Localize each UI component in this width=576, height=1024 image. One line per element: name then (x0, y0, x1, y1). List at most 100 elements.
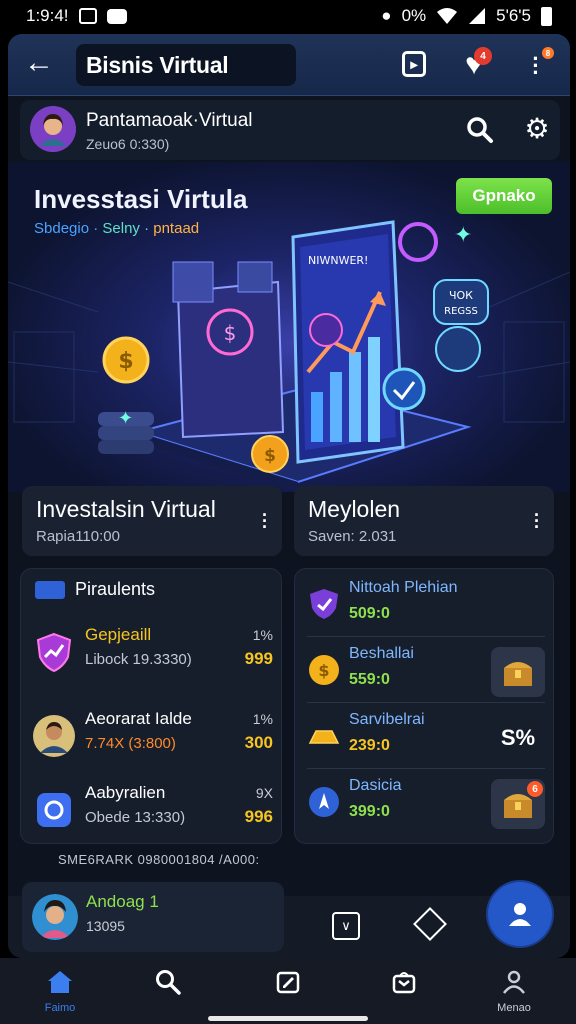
status-bar: 1:9:4! ● 0% 5'6'5 (0, 0, 576, 32)
percent-label: S% (500, 725, 536, 750)
row-value: 239:0 (349, 737, 390, 754)
hero-title: Invesstasi Virtula (34, 184, 248, 214)
page-title: Bisnis Virtual (76, 44, 296, 86)
svg-text:✦: ✦ (454, 223, 472, 248)
app-bar: ← Bisnis Virtual ▸ ♥ 4 · · · 8 (8, 34, 570, 96)
svg-text:$: $ (224, 321, 237, 345)
message-icon (106, 8, 127, 24)
nav-home[interactable]: Faimo (20, 968, 100, 1015)
nav-edit-label (248, 1002, 328, 1015)
list-item[interactable]: Dasicia 399:0 6 (307, 773, 545, 835)
shield-icon (310, 589, 338, 619)
rewards-panel: Nittoah Plehian 509:0 $ Beshallai 559:0 … (294, 568, 554, 844)
battery-text: 5'6'5 (496, 6, 531, 25)
treasure-chest-icon[interactable]: 6 (491, 779, 545, 829)
chest-badge: 6 (527, 781, 543, 797)
kebab-menu-icon[interactable]: · · · (534, 506, 540, 536)
nav-shop-label (364, 1002, 444, 1015)
nav-edit[interactable] (248, 968, 328, 1015)
svg-text:✦: ✦ (118, 408, 133, 429)
profile-name: Pantamaoak·Virtual (86, 110, 253, 131)
svg-text:$: $ (318, 661, 329, 680)
gold-bar-icon (308, 730, 340, 744)
nav-profile-label: Menao (497, 1002, 531, 1014)
gear-icon[interactable]: ⚙ (522, 114, 552, 144)
row-title: Nittoah Plehian (349, 579, 458, 596)
heart-icon[interactable]: ♥ 4 (460, 47, 492, 81)
user-avatar-icon (33, 715, 75, 757)
notification-icon (78, 8, 97, 24)
signal-icon (469, 8, 486, 24)
svg-text:$: $ (264, 446, 276, 466)
kebab-menu-icon[interactable]: · · · (262, 506, 268, 536)
nav-profile[interactable]: Menao (474, 968, 554, 1015)
list-item[interactable]: Aabyralien Obede 13:330) 9X 996 (33, 779, 279, 841)
document-icon[interactable]: ▸ (402, 51, 426, 77)
wallet-icon (35, 580, 65, 599)
back-arrow-icon[interactable]: ← (24, 48, 54, 78)
edit-icon (274, 968, 302, 996)
avatar[interactable] (30, 106, 76, 152)
person-icon (500, 968, 528, 996)
avatar[interactable] (32, 894, 78, 940)
profile-row[interactable]: Pantamaoak·Virtual Zeuo6 0:330) ⚙ (20, 100, 560, 160)
treasure-chest-icon[interactable] (491, 647, 545, 697)
investment-card[interactable]: Investalsin Virtual Rapia110:00 · · · (22, 486, 282, 556)
list-item[interactable]: $ Beshallai 559:0 (307, 641, 545, 703)
bottom-navigation: Faimo Menao (0, 958, 576, 1024)
savings-card[interactable]: Meylolen Saven: 2.031 · · · (294, 486, 554, 556)
list-item[interactable]: Nittoah Plehian 509:0 (307, 575, 545, 637)
svg-text:$: $ (118, 349, 133, 374)
rocket-icon (309, 787, 339, 817)
list-item[interactable]: Sarvibelrai 239:0 S% (307, 707, 545, 769)
list-item[interactable]: Aeorarat Ialde 7.74X (3:800) 1% 300 (33, 705, 279, 767)
network-status: 0% (401, 6, 427, 25)
hero-subtitle: Sbdegio · Selny · pntaad (34, 220, 199, 237)
row-value: 509:0 (349, 605, 390, 622)
row-value: 559:0 (349, 671, 390, 688)
home-indicator[interactable] (208, 1016, 368, 1021)
profile-subtitle: Zeuo6 0:330) (86, 136, 170, 152)
row-value: 399:0 (349, 803, 390, 820)
battery-icon (541, 6, 552, 26)
row-title: Beshallai (349, 645, 414, 662)
more-options-icon[interactable]: · · · 8 (522, 47, 554, 83)
home-icon (46, 968, 74, 996)
row-value: 300 (244, 733, 273, 752)
investment-card-sub: Rapia110:00 (36, 528, 120, 545)
phone-label: NIWNWER! (308, 254, 368, 267)
row-sub: Obede 13:330) (85, 809, 186, 826)
search-icon[interactable] (466, 116, 494, 144)
bubble-bottom: REGSS (444, 306, 478, 317)
message-square-icon[interactable]: ∨ (332, 912, 360, 940)
hero-sub-2: Selny · (102, 220, 150, 237)
hero-sub-3: pntaad (153, 220, 200, 237)
investment-card-title: Investalsin Virtual (36, 496, 216, 522)
savings-card-title: Meylolen (308, 496, 401, 522)
shopping-bag-icon (390, 968, 418, 996)
search-icon (154, 968, 182, 996)
participants-title: Piraulents (75, 579, 156, 599)
nav-home-label: Faimo (44, 1002, 76, 1014)
avatar-face-icon (30, 106, 76, 152)
row-title: Dasicia (349, 777, 402, 794)
alarm-icon: ● (381, 6, 392, 25)
profile-fab-button[interactable] (488, 882, 552, 946)
hero-cta-button[interactable]: Gpnako (456, 178, 552, 214)
row-sub: Libock 19.3330) (85, 651, 192, 668)
savings-card-sub: Saven: 2.031 (308, 528, 397, 545)
participants-header: Piraulents (35, 579, 155, 600)
mini-card-sub: 13095 (86, 918, 125, 934)
nav-shop[interactable] (364, 968, 444, 1015)
nav-search-label (128, 1002, 208, 1015)
row-percent: 1% (252, 627, 273, 643)
row-value: 999 (244, 649, 273, 668)
more-badge: 8 (542, 47, 554, 59)
nav-search[interactable] (128, 968, 208, 1015)
user-mini-card[interactable]: Andoag 1 13095 (22, 882, 284, 952)
diamond-icon[interactable] (413, 907, 447, 941)
row-title: Aabyralien (85, 783, 166, 802)
row-value: 996 (244, 807, 273, 826)
list-item[interactable]: Gepjeaill Libock 19.3330) 1% 999 (33, 621, 279, 683)
bubble-top: ЧОК (449, 289, 473, 302)
